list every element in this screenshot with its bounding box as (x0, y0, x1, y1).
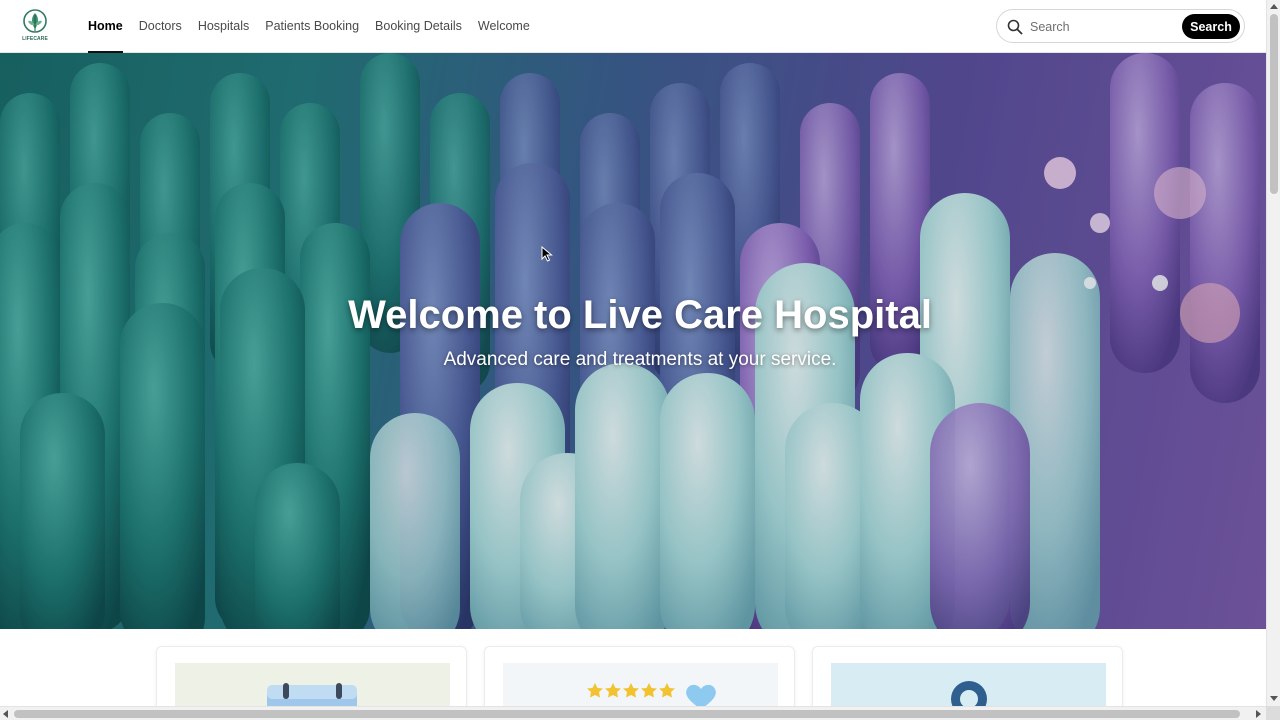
nav-patients-booking[interactable]: Patients Booking (265, 0, 359, 53)
vertical-scroll-thumb[interactable] (1270, 14, 1278, 194)
hero-overlay (0, 53, 1266, 629)
hero-subtitle: Advanced care and treatments at your ser… (443, 349, 837, 370)
nav-booking-details[interactable]: Booking Details (375, 0, 462, 53)
hero-title: Welcome to Live Care Hospital (348, 293, 932, 337)
nav-home[interactable]: Home (88, 0, 123, 53)
hospital-logo[interactable]: LIFECARE (20, 9, 50, 45)
logo-emblem-icon (23, 9, 47, 33)
horizontal-scroll-thumb[interactable] (14, 710, 1240, 718)
scrollbar-corner (1266, 706, 1280, 720)
main-nav: Home Doctors Hospitals Patients Booking … (88, 0, 546, 53)
nav-welcome[interactable]: Welcome (478, 0, 530, 53)
navbar: LIFECARE Home Doctors Hospitals Patients… (0, 0, 1266, 53)
scroll-right-arrow-icon[interactable] (1256, 710, 1261, 718)
logo-text: LIFECARE (22, 36, 48, 42)
nav-doctors[interactable]: Doctors (139, 0, 182, 53)
scroll-left-arrow-icon[interactable] (3, 710, 8, 718)
scroll-up-arrow-icon[interactable] (1270, 4, 1278, 9)
scroll-down-arrow-icon[interactable] (1270, 696, 1278, 701)
mouse-cursor-icon (541, 246, 553, 262)
vertical-scrollbar[interactable] (1266, 0, 1280, 706)
search-button[interactable]: Search (1182, 14, 1240, 39)
hero-banner: Welcome to Live Care Hospital Advanced c… (0, 53, 1266, 629)
search-box: Search (996, 9, 1245, 43)
search-icon (1007, 19, 1023, 35)
search-input[interactable] (1030, 17, 1170, 37)
horizontal-scrollbar[interactable] (0, 706, 1266, 720)
nav-hospitals[interactable]: Hospitals (198, 0, 249, 53)
